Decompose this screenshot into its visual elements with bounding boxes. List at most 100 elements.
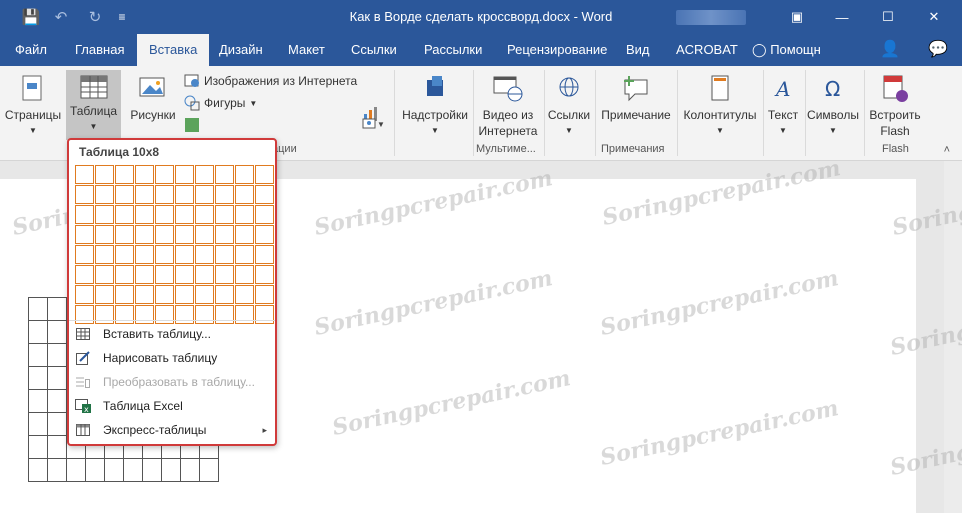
grid-cell[interactable] — [135, 165, 154, 184]
table-cell[interactable] — [47, 435, 67, 459]
comment-button[interactable]: Примечание — [598, 74, 674, 123]
online-video-button[interactable]: Видео из Интернета — [476, 74, 540, 139]
pictures-button[interactable]: Рисунки — [126, 74, 180, 123]
ribbon-display-options-icon[interactable]: ▣ — [783, 5, 811, 29]
grid-cell[interactable] — [255, 285, 274, 304]
grid-cell[interactable] — [155, 265, 174, 284]
grid-cell[interactable] — [75, 285, 94, 304]
tab-mailings[interactable]: Рассылки — [424, 34, 482, 66]
table-cell[interactable] — [142, 458, 162, 482]
grid-cell[interactable] — [215, 185, 234, 204]
online-pictures-button[interactable]: Изображения из Интернета — [184, 73, 357, 89]
grid-cell[interactable] — [95, 305, 114, 324]
text-button[interactable]: A Текст ▼ — [765, 74, 801, 139]
grid-cell[interactable] — [235, 305, 254, 324]
table-cell[interactable] — [47, 366, 67, 390]
grid-cell[interactable] — [215, 265, 234, 284]
grid-cell[interactable] — [75, 225, 94, 244]
grid-cell[interactable] — [235, 285, 254, 304]
grid-cell[interactable] — [175, 245, 194, 264]
grid-cell[interactable] — [135, 265, 154, 284]
grid-cell[interactable] — [75, 185, 94, 204]
grid-cell[interactable] — [95, 265, 114, 284]
grid-cell[interactable] — [215, 285, 234, 304]
tab-references[interactable]: Ссылки — [351, 34, 397, 66]
grid-cell[interactable] — [95, 185, 114, 204]
grid-cell[interactable] — [95, 225, 114, 244]
grid-cell[interactable] — [75, 245, 94, 264]
grid-cell[interactable] — [195, 165, 214, 184]
table-size-grid[interactable] — [74, 164, 275, 325]
table-cell[interactable] — [28, 458, 48, 482]
table-cell[interactable] — [28, 320, 48, 344]
grid-cell[interactable] — [195, 185, 214, 204]
grid-cell[interactable] — [175, 165, 194, 184]
grid-cell[interactable] — [135, 185, 154, 204]
share-icon[interactable]: 👤 — [880, 34, 900, 66]
table-cell[interactable] — [47, 297, 67, 321]
tab-acrobat[interactable]: ACROBAT — [676, 34, 738, 66]
grid-cell[interactable] — [235, 185, 254, 204]
grid-cell[interactable] — [175, 205, 194, 224]
table-cell[interactable] — [85, 458, 105, 482]
table-cell[interactable] — [28, 343, 48, 367]
table-cell[interactable] — [199, 458, 219, 482]
grid-cell[interactable] — [135, 245, 154, 264]
grid-cell[interactable] — [235, 265, 254, 284]
grid-cell[interactable] — [95, 165, 114, 184]
grid-cell[interactable] — [75, 305, 94, 324]
tell-me-box[interactable]: ◯ Помощн — [752, 34, 821, 66]
header-footer-button[interactable]: Колонтитулы ▼ — [680, 74, 760, 139]
maximize-button[interactable]: ☐ — [874, 5, 902, 29]
grid-cell[interactable] — [115, 185, 134, 204]
grid-cell[interactable] — [255, 165, 274, 184]
embed-flash-button[interactable]: Встроить Flash — [866, 74, 924, 139]
table-cell[interactable] — [28, 412, 48, 436]
tab-view[interactable]: Вид — [626, 34, 650, 66]
grid-cell[interactable] — [155, 245, 174, 264]
grid-cell[interactable] — [195, 265, 214, 284]
grid-cell[interactable] — [255, 265, 274, 284]
table-cell[interactable] — [47, 389, 67, 413]
table-cell[interactable] — [28, 389, 48, 413]
grid-cell[interactable] — [155, 285, 174, 304]
grid-cell[interactable] — [235, 245, 254, 264]
smartart-button[interactable] — [184, 117, 200, 133]
symbols-button[interactable]: Ω Символы ▼ — [806, 74, 860, 139]
grid-cell[interactable] — [95, 245, 114, 264]
grid-cell[interactable] — [155, 185, 174, 204]
table-cell[interactable] — [47, 412, 67, 436]
grid-cell[interactable] — [255, 205, 274, 224]
table-cell[interactable] — [28, 297, 48, 321]
grid-cell[interactable] — [235, 225, 254, 244]
vertical-scrollbar[interactable] — [944, 161, 962, 513]
collapse-ribbon-icon[interactable]: ˄ — [944, 144, 950, 156]
grid-cell[interactable] — [195, 205, 214, 224]
table-button[interactable]: Таблица ▼ — [66, 70, 121, 140]
grid-cell[interactable] — [75, 205, 94, 224]
grid-cell[interactable] — [115, 265, 134, 284]
menu-item-quick-tables[interactable]: Экспресс-таблицы ▸ — [69, 419, 275, 441]
table-cell[interactable] — [66, 458, 86, 482]
tab-file[interactable]: Файл — [15, 34, 47, 66]
grid-cell[interactable] — [175, 265, 194, 284]
tab-review[interactable]: Рецензирование — [507, 34, 607, 66]
grid-cell[interactable] — [255, 185, 274, 204]
grid-cell[interactable] — [255, 305, 274, 324]
tab-design[interactable]: Дизайн — [219, 34, 263, 66]
grid-cell[interactable] — [115, 305, 134, 324]
minimize-button[interactable]: — — [828, 5, 856, 29]
grid-cell[interactable] — [215, 165, 234, 184]
grid-cell[interactable] — [155, 305, 174, 324]
tab-insert[interactable]: Вставка — [137, 34, 210, 66]
tab-layout[interactable]: Макет — [288, 34, 325, 66]
table-cell[interactable] — [28, 366, 48, 390]
menu-item-convert-to-table[interactable]: Преобразовать в таблицу... — [69, 371, 275, 393]
pages-button[interactable]: Страницы ▼ — [4, 74, 62, 139]
table-cell[interactable] — [47, 320, 67, 344]
comments-icon[interactable]: 💬 — [928, 34, 948, 66]
table-cell[interactable] — [161, 458, 181, 482]
grid-cell[interactable] — [235, 165, 254, 184]
menu-item-excel-table[interactable]: x Таблица Excel — [69, 395, 275, 417]
grid-cell[interactable] — [255, 245, 274, 264]
